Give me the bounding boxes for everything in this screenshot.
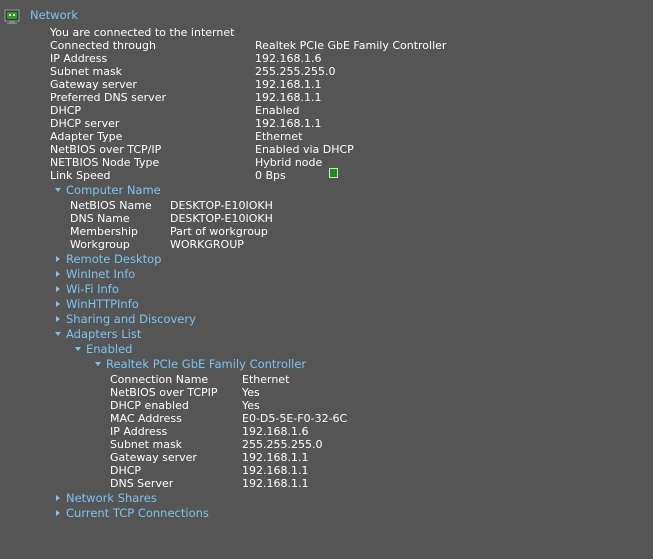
adapter-row-label: Subnet mask: [110, 438, 183, 451]
adapter-row-label: DNS Server: [110, 477, 174, 490]
chevron-down-icon: [54, 327, 62, 341]
computer-name-row-label: NetBIOS Name: [70, 199, 152, 212]
adapter-row-value: Yes: [242, 399, 260, 412]
section-label: Remote Desktop: [66, 252, 162, 266]
network-row-value: 192.168.1.6: [255, 52, 322, 65]
section-label: Wi-Fi Info: [66, 282, 119, 296]
network-row-value: 255.255.255.0: [255, 65, 336, 78]
network-row-value: Hybrid node: [255, 156, 323, 169]
network-row-label: NETBIOS Node Type: [50, 156, 160, 169]
network-row-value: Ethernet: [255, 130, 303, 143]
adapter-row-label: Gateway server: [110, 451, 197, 464]
chevron-right-icon: [54, 297, 62, 311]
computer-name-row-label: Workgroup: [70, 238, 130, 251]
network-row-value: 192.168.1.1: [255, 91, 322, 104]
network-row-label: Adapter Type: [50, 130, 123, 143]
network-row-label: IP Address: [50, 52, 108, 65]
network-row-value: 192.168.1.1: [255, 117, 322, 130]
adapter-row-value: 192.168.1.1: [242, 477, 309, 490]
adapter-row-value: 192.168.1.6: [242, 425, 309, 438]
network-row-label: DHCP: [50, 104, 82, 117]
adapter-row-label: IP Address: [110, 425, 168, 438]
computer-name-row-value: DESKTOP-E10IOKH: [170, 212, 273, 225]
chevron-right-icon: [54, 506, 62, 520]
section-label: Adapters List: [66, 327, 142, 341]
network-row-label: Link Speed: [50, 169, 111, 182]
chevron-right-icon: [54, 312, 62, 326]
adapter-row-value: 192.168.1.1: [242, 464, 309, 477]
section-label: Realtek PCIe GbE Family Controller: [106, 357, 307, 371]
computer-name-row-label: DNS Name: [70, 212, 130, 225]
link-speed-indicator: [329, 168, 338, 178]
adapter-row-value: E0-D5-5E-F0-32-6C: [242, 412, 348, 425]
adapter-row-value: 192.168.1.1: [242, 451, 309, 464]
section-label: Sharing and Discovery: [66, 312, 196, 326]
network-row-value: Enabled via DHCP: [255, 143, 354, 156]
network-row-label: DHCP server: [50, 117, 120, 130]
section-label: Enabled: [86, 342, 133, 356]
adapter-row-value: 255.255.255.0: [242, 438, 323, 451]
chevron-right-icon: [54, 491, 62, 505]
adapter-row-value: Ethernet: [242, 373, 290, 386]
network-panel: Network You are connected to the interne…: [0, 0, 653, 559]
chevron-down-icon: [74, 342, 82, 356]
network-row-label: Connected through: [50, 39, 156, 52]
network-row-value: 0 Bps: [255, 169, 286, 182]
adapter-row-value: Yes: [242, 386, 260, 399]
adapter-row-label: NetBIOS over TCPIP: [110, 386, 218, 399]
chevron-right-icon: [54, 282, 62, 296]
section-label: Current TCP Connections: [66, 506, 209, 520]
adapter-row-label: MAC Address: [110, 412, 182, 425]
chevron-down-icon: [94, 357, 102, 371]
network-row-label: NetBIOS over TCP/IP: [50, 143, 162, 156]
network-row-label: Preferred DNS server: [50, 91, 166, 104]
chevron-right-icon: [54, 267, 62, 281]
adapter-row-label: DHCP: [110, 464, 142, 477]
internet-status-label: You are connected to the internet: [50, 26, 235, 39]
computer-name-row-label: Membership: [70, 225, 138, 238]
network-title[interactable]: Network: [30, 9, 78, 22]
computer-name-row-value: DESKTOP-E10IOKH: [170, 199, 273, 212]
computer-name-row-value: Part of workgroup: [170, 225, 268, 238]
network-row-value: 192.168.1.1: [255, 78, 322, 91]
section-label: WinInet Info: [66, 267, 136, 281]
computer-name-row-value: WORKGROUP: [170, 238, 244, 251]
section-label: Computer Name: [66, 183, 161, 197]
network-icon: [4, 9, 20, 25]
section-label: Network Shares: [66, 491, 157, 505]
section-label: WinHTTPInfo: [66, 297, 139, 311]
network-row-value: Realtek PCIe GbE Family Controller: [255, 39, 447, 52]
chevron-down-icon: [54, 183, 62, 197]
network-row-label: Subnet mask: [50, 65, 123, 78]
adapter-row-label: Connection Name: [110, 373, 209, 386]
network-row-value: Enabled: [255, 104, 300, 117]
chevron-right-icon: [54, 252, 62, 266]
network-row-label: Gateway server: [50, 78, 137, 91]
adapter-row-label: DHCP enabled: [110, 399, 189, 412]
